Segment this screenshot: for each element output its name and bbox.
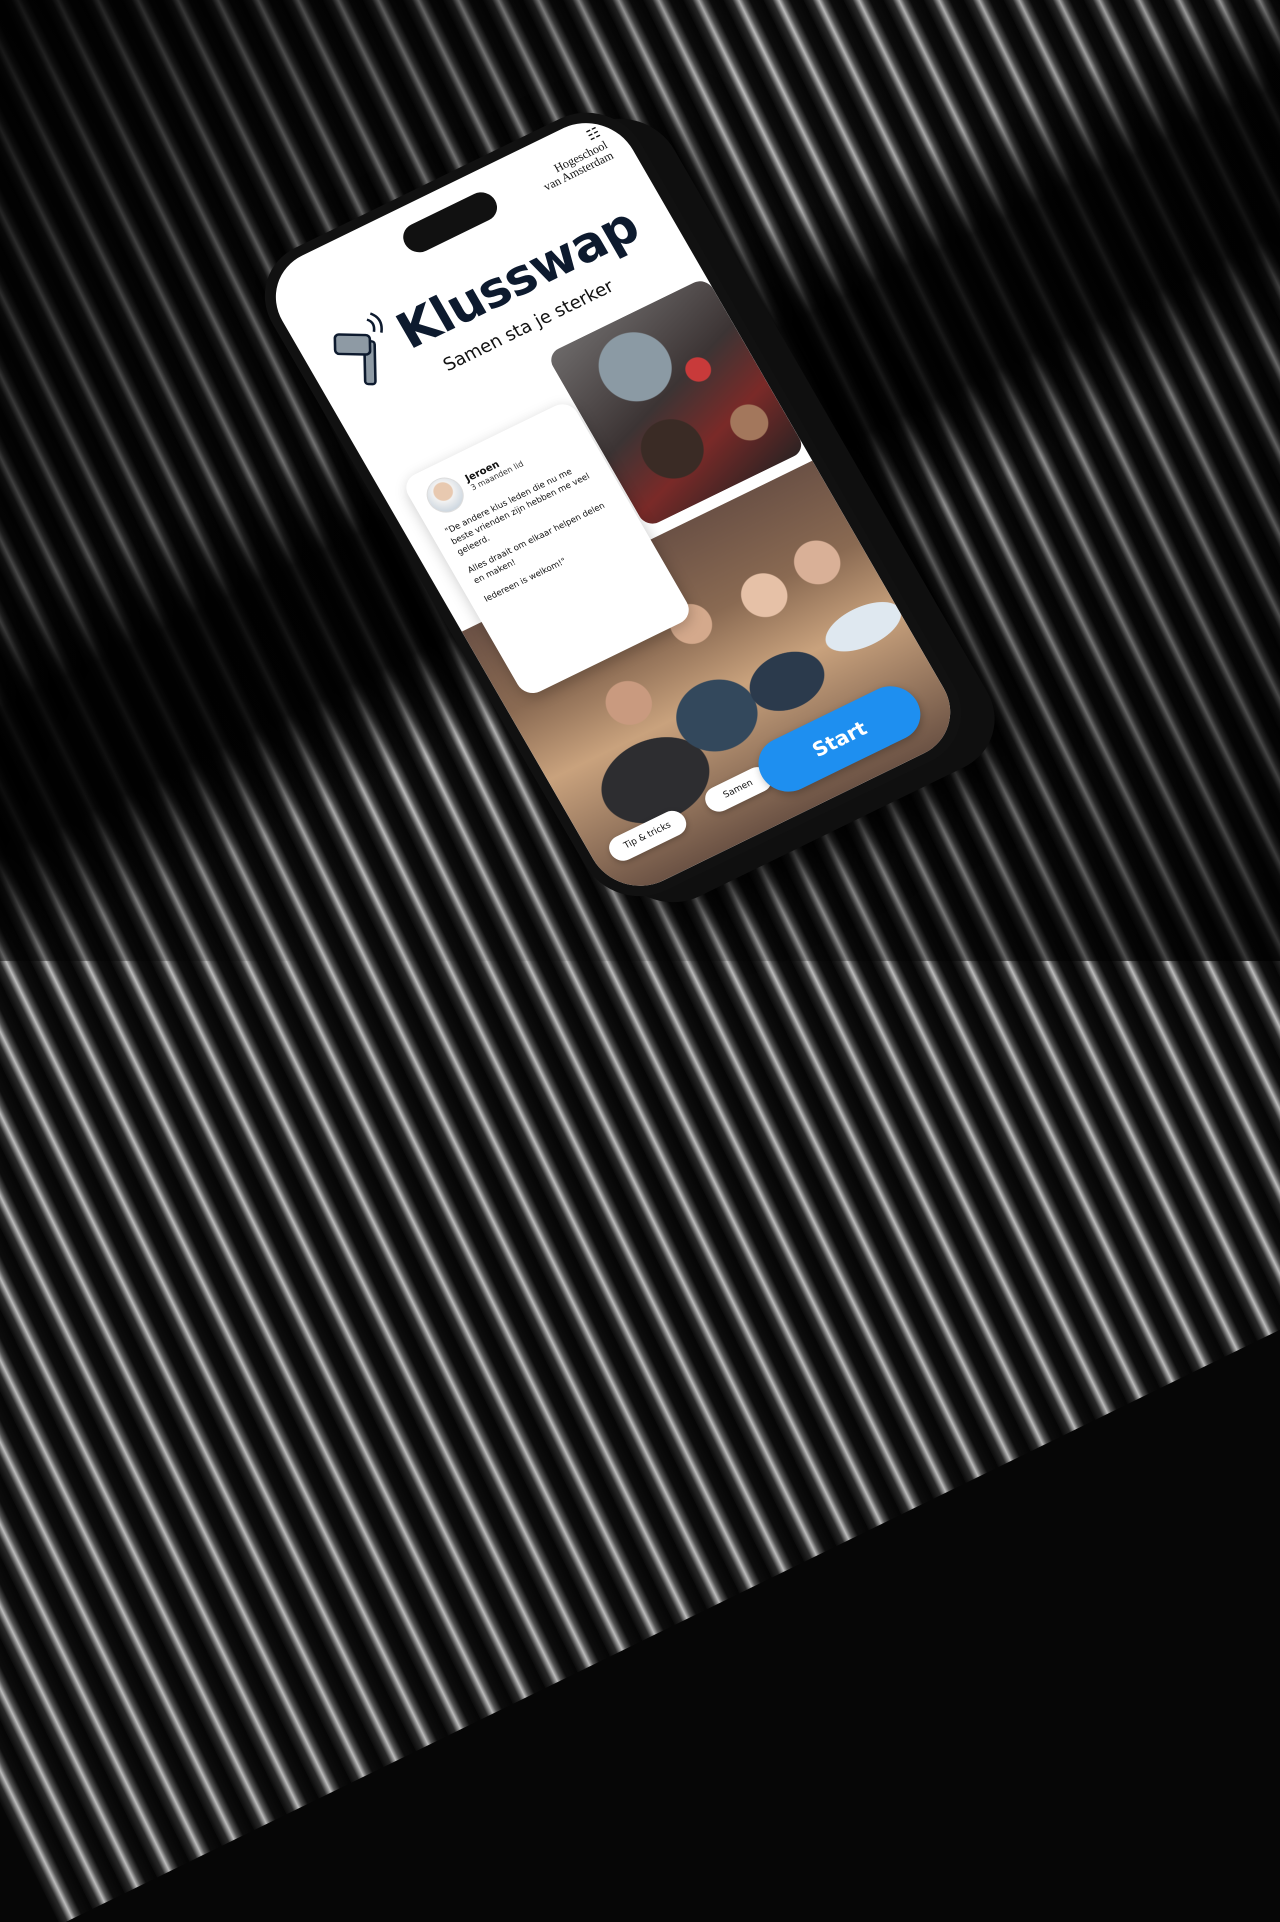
school-logo: ☷ Hogeschool van Amsterdam [529,126,616,194]
dynamic-island [397,187,503,258]
avatar [419,471,471,519]
